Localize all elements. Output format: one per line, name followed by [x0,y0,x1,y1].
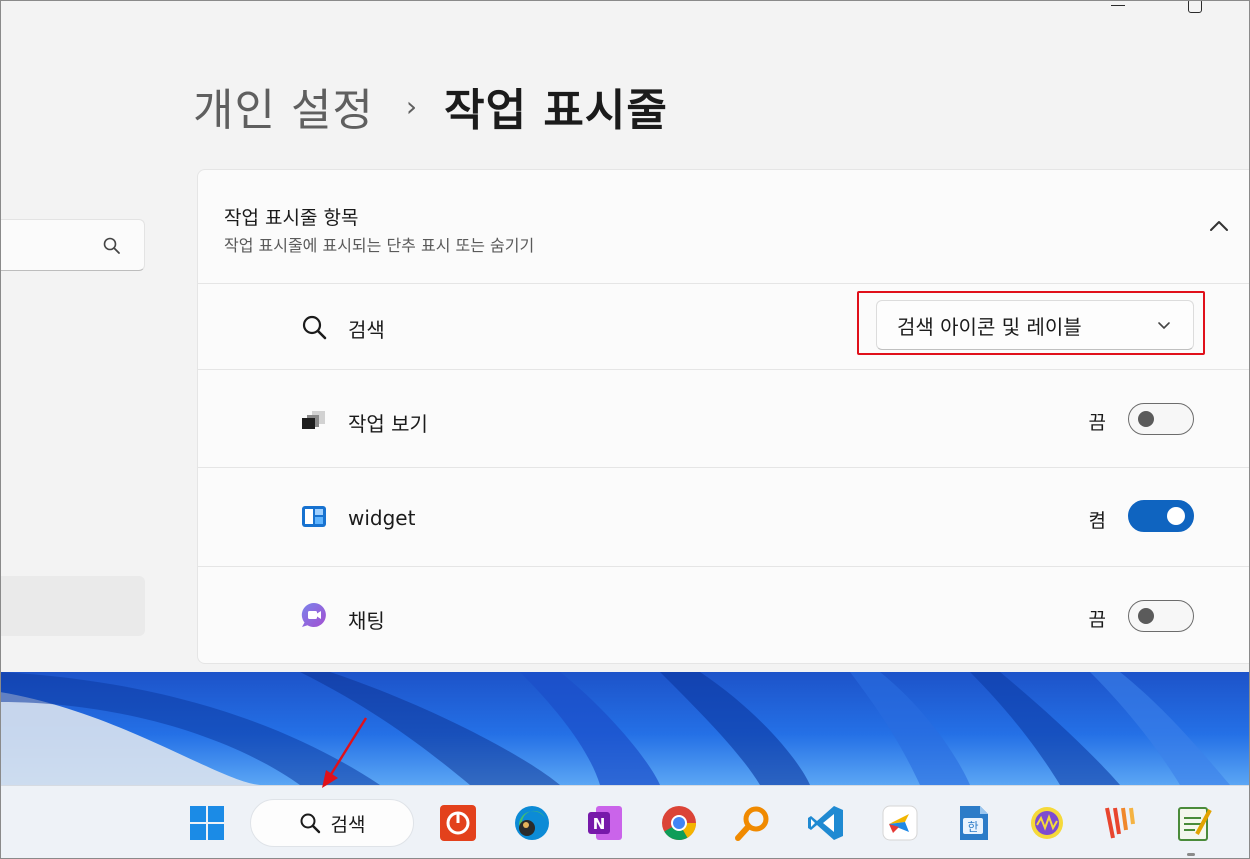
taskbar-search-button[interactable]: 검색 [250,799,414,847]
svg-text:N: N [593,815,606,833]
vscode-icon[interactable] [806,803,846,843]
settings-search-input[interactable] [0,219,145,271]
breadcrumb: 개인 설정 › 작업 표시줄 [193,76,668,136]
toggle-knob [1138,411,1154,427]
breadcrumb-parent-link[interactable]: 개인 설정 [193,74,374,138]
audio-app-icon[interactable] [1027,803,1067,843]
widgets-state: 켬 [1088,510,1106,532]
widgets-toggle[interactable] [1128,500,1194,532]
chat-icon [300,601,328,629]
widgets-icon [300,503,328,531]
toggle-knob [1167,507,1185,525]
power-app-icon[interactable] [438,803,478,843]
toggle-knob [1138,608,1154,624]
messenger-app-icon[interactable] [880,803,920,843]
task-view-toggle[interactable] [1128,403,1194,435]
search-label: 검색 [348,318,385,342]
red-arrow-annotation [322,717,368,788]
search-icon [103,237,120,254]
list-item-widgets: widget 켬 [198,468,1250,567]
taskbar-items-card: 작업 표시줄 항목 작업 표시줄에 표시되는 단추 표시 또는 숨기기 검색 검… [197,169,1250,664]
task-view-label: 작업 보기 [348,412,428,436]
task-view-state: 끔 [1088,412,1106,434]
svg-text:한: 한 [967,820,978,834]
page-title: 작업 표시줄 [444,85,668,136]
maximize-icon [1188,0,1202,13]
edge-icon[interactable] [512,803,552,843]
chat-state: 끔 [1088,609,1106,631]
taskbar: 검색 N 한 [0,785,1250,859]
running-indicator [1187,853,1195,856]
sidebar-item-personalization[interactable] [0,576,145,636]
chat-toggle[interactable] [1128,600,1194,632]
minimize-icon [1111,4,1125,6]
section-title: 작업 표시줄 항목 [224,207,359,229]
desktop-wallpaper [0,672,1250,785]
windows-start-icon[interactable] [187,803,227,843]
notepad-app-icon[interactable] [1174,803,1214,843]
onenote-icon[interactable]: N [585,803,625,843]
chat-label: 채팅 [348,609,385,633]
breadcrumb-separator: › [405,89,419,123]
hwp-icon[interactable]: 한 [953,803,993,843]
search-icon [300,313,328,341]
list-item-task-view: 작업 보기 끔 [198,370,1250,468]
search-icon [300,813,320,834]
list-item-chat: 채팅 끔 [198,567,1250,665]
minimize-button[interactable] [1104,0,1132,22]
taskbar-items-header[interactable]: 작업 표시줄 항목 작업 표시줄에 표시되는 단추 표시 또는 숨기기 [198,170,1250,284]
maximize-button[interactable] [1180,0,1210,22]
highlight-annotation-box [857,291,1205,355]
chevron-up-icon[interactable] [1208,218,1230,234]
stripes-app-icon[interactable] [1100,803,1140,843]
section-subtitle: 작업 표시줄에 표시되는 단추 표시 또는 숨기기 [224,236,535,255]
widgets-label: widget [348,506,416,530]
magnifier-search-app-icon[interactable] [733,803,773,843]
chrome-icon[interactable] [659,803,699,843]
taskbar-search-label: 검색 [330,813,366,836]
task-view-icon [300,406,328,434]
